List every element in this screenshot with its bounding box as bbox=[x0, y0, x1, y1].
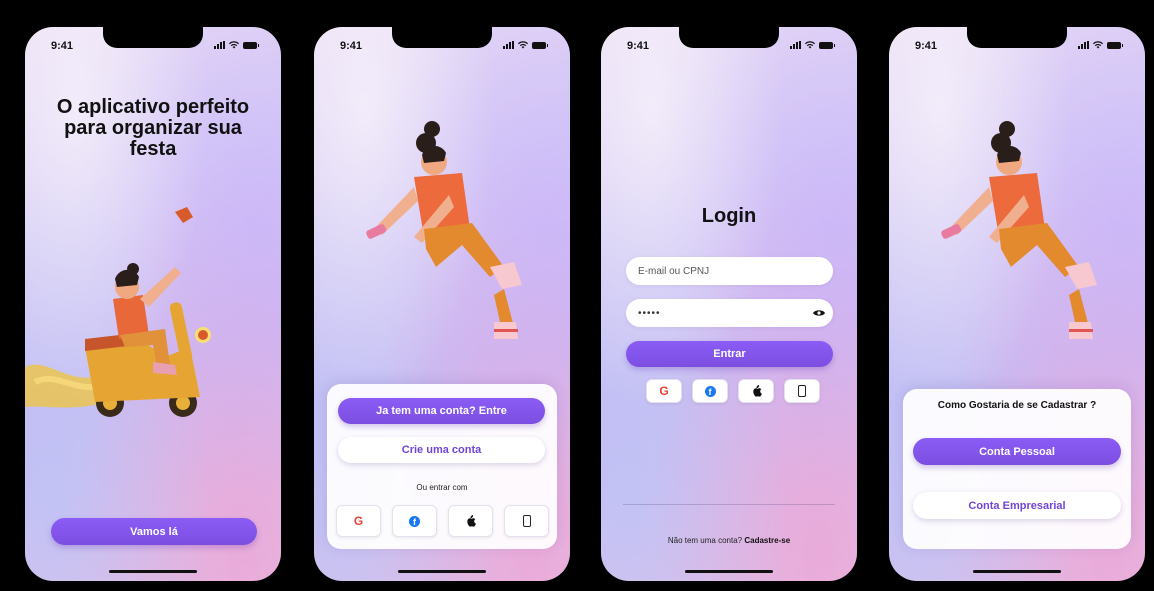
phone-welcome-screen: 9:41 O aplicativo perfeito para organiza… bbox=[25, 27, 281, 581]
wifi-icon bbox=[805, 41, 815, 49]
status-time: 9:41 bbox=[915, 40, 938, 52]
scooter-illustration bbox=[25, 207, 211, 417]
login-title: Login bbox=[701, 205, 757, 227]
home-indicator bbox=[109, 570, 197, 573]
apple-icon bbox=[467, 515, 476, 527]
welcome-title: O aplicativo perfeito para organizar sua… bbox=[56, 96, 250, 160]
battery-icon bbox=[532, 42, 548, 49]
personal-account-button[interactable]: Conta Pessoal bbox=[913, 438, 1121, 465]
signup-link[interactable]: Cadastre-se bbox=[744, 536, 790, 545]
phone-register-type-screen: 9:41 Como Gostaria de se Cadastrar ? Con… bbox=[889, 27, 1145, 581]
status-icons bbox=[790, 41, 835, 49]
social-login-row: G f bbox=[646, 379, 820, 403]
home-indicator bbox=[398, 570, 486, 573]
status-icons bbox=[503, 41, 548, 49]
social-login-row: G f bbox=[336, 505, 549, 537]
register-question: Como Gostaria de se Cadastrar ? bbox=[937, 400, 1097, 411]
no-account-text: Não tem uma conta? bbox=[667, 536, 743, 545]
status-icons bbox=[214, 41, 259, 49]
notch bbox=[679, 27, 779, 48]
vamos-la-button[interactable]: Vamos lá bbox=[51, 518, 257, 545]
wifi-icon bbox=[1093, 41, 1103, 49]
notch bbox=[392, 27, 492, 48]
eye-icon[interactable] bbox=[813, 309, 825, 317]
phone-entry-screen: 9:41 Ja tem uma conta? Entre Crie uma co… bbox=[314, 27, 570, 581]
entrar-button[interactable]: Entrar bbox=[626, 341, 833, 367]
floating-person-illustration bbox=[941, 121, 1097, 339]
status-icons bbox=[1078, 41, 1123, 49]
facebook-icon: f bbox=[704, 385, 716, 397]
signal-icon bbox=[503, 41, 514, 49]
google-icon: G bbox=[353, 514, 364, 528]
facebook-button[interactable]: f bbox=[392, 505, 437, 537]
facebook-icon: f bbox=[409, 515, 420, 527]
divider bbox=[623, 504, 835, 505]
signup-prompt: Não tem uma conta? Cadastre-se bbox=[601, 536, 857, 545]
floating-person-illustration bbox=[366, 121, 522, 339]
home-indicator bbox=[685, 570, 773, 573]
google-button[interactable]: G bbox=[646, 379, 682, 403]
status-time: 9:41 bbox=[627, 40, 650, 52]
signal-icon bbox=[1078, 41, 1089, 49]
facebook-button[interactable]: f bbox=[692, 379, 728, 403]
apple-button[interactable] bbox=[448, 505, 493, 537]
home-indicator bbox=[973, 570, 1061, 573]
email-input[interactable] bbox=[626, 257, 833, 285]
phone-login-screen: 9:41 Login Entrar G f Não tem uma conta?… bbox=[601, 27, 857, 581]
status-time: 9:41 bbox=[51, 40, 74, 52]
battery-icon bbox=[243, 42, 259, 49]
create-account-button[interactable]: Crie uma conta bbox=[338, 437, 545, 463]
wifi-icon bbox=[229, 41, 239, 49]
signal-icon bbox=[214, 41, 225, 49]
auth-options-sheet: Ja tem uma conta? Entre Crie uma conta O… bbox=[327, 384, 557, 549]
battery-icon bbox=[819, 42, 835, 49]
or-sign-in-with-text: Ou entrar com bbox=[416, 483, 468, 492]
password-input[interactable] bbox=[626, 299, 833, 327]
apple-button[interactable] bbox=[738, 379, 774, 403]
phone-button[interactable] bbox=[504, 505, 549, 537]
battery-icon bbox=[1107, 42, 1123, 49]
login-prompt-button[interactable]: Ja tem uma conta? Entre bbox=[338, 398, 545, 424]
notch bbox=[103, 27, 203, 48]
signal-icon bbox=[790, 41, 801, 49]
google-icon: G bbox=[659, 384, 669, 398]
notch bbox=[967, 27, 1067, 48]
wifi-icon bbox=[518, 41, 528, 49]
google-button[interactable]: G bbox=[336, 505, 381, 537]
apple-icon bbox=[752, 385, 762, 397]
status-time: 9:41 bbox=[340, 40, 363, 52]
register-type-sheet bbox=[903, 389, 1131, 549]
phone-icon bbox=[522, 515, 531, 527]
business-account-button[interactable]: Conta Empresarial bbox=[913, 492, 1121, 519]
phone-button[interactable] bbox=[784, 379, 820, 403]
phone-icon bbox=[798, 385, 806, 397]
